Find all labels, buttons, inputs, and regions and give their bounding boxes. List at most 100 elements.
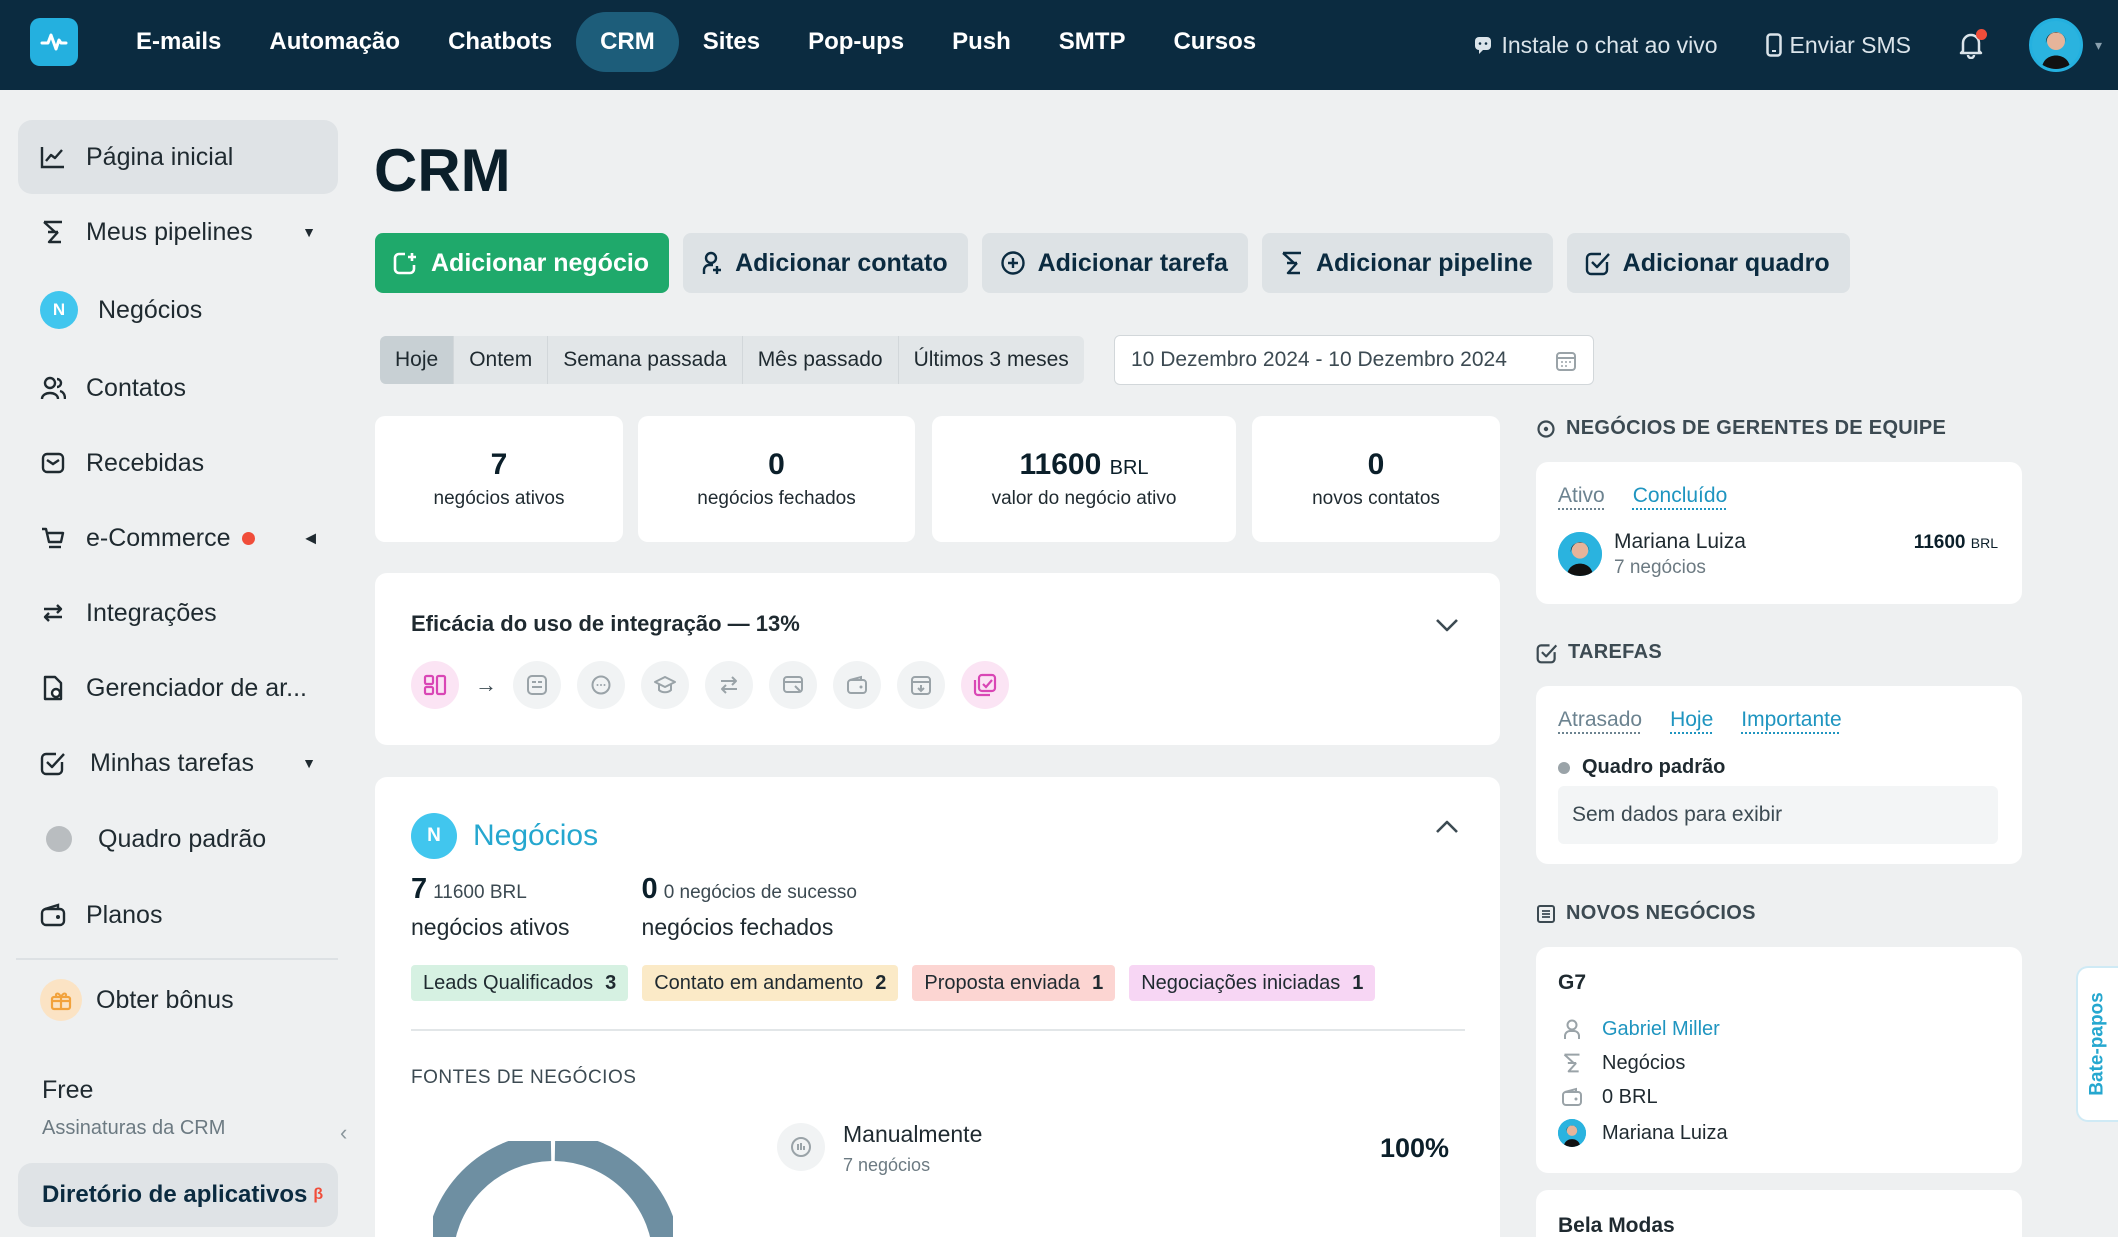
wallet-icon — [38, 900, 68, 930]
stat-label: negócios fechados — [697, 488, 856, 509]
period-hoje[interactable]: Hoje — [380, 336, 455, 384]
negocios-badge: N — [40, 291, 78, 329]
negocios-title[interactable]: Negócios — [473, 819, 598, 853]
sidebar-item-meus-pipelines[interactable]: Meus pipelines ▼ — [18, 195, 338, 269]
nav-push[interactable]: Push — [928, 12, 1035, 72]
app-logo[interactable] — [30, 18, 78, 66]
app-directory-button[interactable]: Diretório de aplicativos β — [18, 1163, 338, 1227]
period-semana-passada[interactable]: Semana passada — [548, 336, 743, 384]
nav-automacao[interactable]: Automação — [245, 12, 424, 72]
sidebar: Página inicial Meus pipelines ▼ N Negóci… — [0, 90, 350, 1237]
chat-icon — [1475, 37, 1492, 54]
sidebar-item-quadro-padrao[interactable]: Quadro padrão — [18, 802, 338, 876]
period-ontem[interactable]: Ontem — [454, 336, 549, 384]
sidebar-item-pagina-inicial[interactable]: Página inicial — [18, 120, 338, 194]
manager-row[interactable]: Mariana Luiza 7 negócios 11600 BRL — [1558, 530, 1998, 580]
stage-leads-qualificados[interactable]: Leads Qualificados 3 — [411, 965, 629, 1001]
stage-count: 3 — [605, 972, 617, 994]
caret-down-icon: ▼ — [302, 755, 316, 771]
manager-deals: 7 negócios — [1614, 557, 1706, 578]
calendar-step-icon[interactable] — [897, 661, 945, 709]
negocios-divider — [411, 1029, 1465, 1031]
sidebar-item-planos[interactable]: Planos — [18, 878, 338, 952]
stat-label: novos contatos — [1312, 488, 1440, 509]
collapse-sidebar-icon[interactable]: ‹ — [340, 1120, 347, 1146]
sidebar-item-negocios[interactable]: N Negócios — [18, 273, 338, 347]
nav-emails[interactable]: E-mails — [112, 12, 245, 72]
site-step-icon[interactable] — [769, 661, 817, 709]
plan-subtitle[interactable]: Assinaturas da CRM — [42, 1117, 225, 1140]
stage-negociacoes-iniciadas[interactable]: Negociações iniciadas 1 — [1129, 965, 1376, 1001]
add-pipeline-label: Adicionar pipeline — [1315, 248, 1533, 277]
period-ultimos-3-meses[interactable]: Últimos 3 meses — [899, 336, 1084, 384]
new-deals-section-title: NOVOS NEGÓCIOS — [1536, 902, 1756, 925]
sidebar-item-integracoes[interactable]: Integrações — [18, 576, 338, 650]
add-pipeline-button[interactable]: Adicionar pipeline — [1261, 233, 1553, 293]
user-menu-caret-icon[interactable]: ▾ — [2095, 37, 2102, 54]
beta-marker: β — [313, 1186, 324, 1203]
install-chat-link[interactable]: Instale o chat ao vivo — [1473, 32, 1718, 59]
deal-title: G7 — [1558, 971, 1587, 994]
period-mes-passado[interactable]: Mês passado — [743, 336, 899, 384]
contacts-icon — [38, 373, 68, 403]
sidebar-item-recebidas[interactable]: Recebidas — [18, 426, 338, 500]
stage-proposta-enviada[interactable]: Proposta enviada 1 — [912, 965, 1116, 1001]
notification-dot — [1975, 29, 1987, 40]
nav-sites[interactable]: Sites — [679, 12, 784, 72]
deal-contact: Gabriel Miller — [1602, 1017, 1720, 1040]
graduation-cap-icon[interactable] — [641, 661, 689, 709]
nav-crm[interactable]: CRM — [576, 12, 679, 72]
add-task-label: Adicionar tarefa — [1037, 248, 1228, 277]
cart-icon — [38, 523, 68, 553]
chats-side-tab[interactable]: Bate-papos — [2076, 966, 2118, 1122]
add-deal-button[interactable]: Adicionar negócio — [375, 233, 670, 293]
tab-atrasado[interactable]: Atrasado — [1558, 708, 1642, 732]
manager-avatar — [1558, 532, 1602, 576]
stage-contato-em-andamento[interactable]: Contato em andamento 2 — [642, 965, 899, 1001]
add-contact-button[interactable]: Adicionar contato — [683, 233, 968, 293]
nav-cursos[interactable]: Cursos — [1149, 12, 1280, 72]
user-avatar[interactable] — [2028, 18, 2083, 72]
sidebar-item-label: Minhas tarefas — [90, 748, 254, 777]
add-task-button[interactable]: Adicionar tarefa — [981, 233, 1248, 293]
new-deal-card-2[interactable]: Bela Modas — [1536, 1190, 2022, 1237]
wallet-icon — [1558, 1083, 1586, 1111]
add-deal-icon — [393, 252, 416, 275]
stat-value: 11600 BRL — [1019, 448, 1148, 482]
new-deal-card[interactable]: G7 Gabriel Miller Negócios 0 BRL Mariana… — [1536, 947, 2022, 1173]
chevron-up-icon[interactable] — [1434, 819, 1460, 835]
caret-left-icon: ◀ — [305, 529, 316, 546]
sidebar-item-minhas-tarefas[interactable]: Minhas tarefas ▼ — [18, 726, 338, 800]
add-board-button[interactable]: Adicionar quadro — [1566, 233, 1850, 293]
tab-concluido[interactable]: Concluído — [1633, 484, 1728, 508]
deal-contact-row[interactable]: Gabriel Miller — [1558, 1015, 1720, 1043]
chat-step-icon[interactable] — [577, 661, 625, 709]
gallery-step-icon[interactable] — [961, 661, 1009, 709]
sync-step-icon[interactable] — [705, 661, 753, 709]
chevron-down-icon[interactable] — [1434, 617, 1460, 633]
stat-label: negócios ativos — [433, 488, 565, 509]
pipeline-step-icon[interactable] — [411, 661, 459, 709]
sidebar-item-label: Planos — [86, 900, 163, 929]
nav-popups[interactable]: Pop-ups — [784, 12, 928, 72]
tab-importante[interactable]: Importante — [1741, 708, 1841, 732]
wallet-step-icon[interactable] — [833, 661, 881, 709]
integration-efficiency-card: Eficácia do uso de integração — 13% → — [375, 573, 1500, 745]
sidebar-divider — [16, 958, 338, 960]
nav-chatbots[interactable]: Chatbots — [424, 12, 576, 72]
tab-hoje[interactable]: Hoje — [1670, 708, 1713, 732]
tab-ativo[interactable]: Ativo — [1558, 484, 1605, 508]
stat-unit: BRL — [1109, 457, 1149, 479]
board-name: Quadro padrão — [1582, 756, 1726, 778]
nav-smtp[interactable]: SMTP — [1035, 12, 1150, 72]
send-sms-link[interactable]: Enviar SMS — [1765, 32, 1911, 59]
sidebar-item-ecommerce[interactable]: e-Commerce ◀ — [18, 501, 338, 575]
sidebar-item-gerenciador[interactable]: Gerenciador de ar... — [18, 651, 338, 725]
sidebar-item-contatos[interactable]: Contatos — [18, 351, 338, 425]
plus-circle-icon — [1000, 251, 1025, 275]
form-step-icon[interactable] — [513, 661, 561, 709]
sidebar-item-obter-bonus[interactable]: Obter bônus — [18, 963, 338, 1037]
date-range-picker[interactable]: 10 Dezembro 2024 - 10 Dezembro 2024 — [1114, 335, 1594, 385]
notifications-button[interactable] — [1955, 29, 1987, 61]
sidebar-item-label: Contatos — [86, 373, 187, 402]
